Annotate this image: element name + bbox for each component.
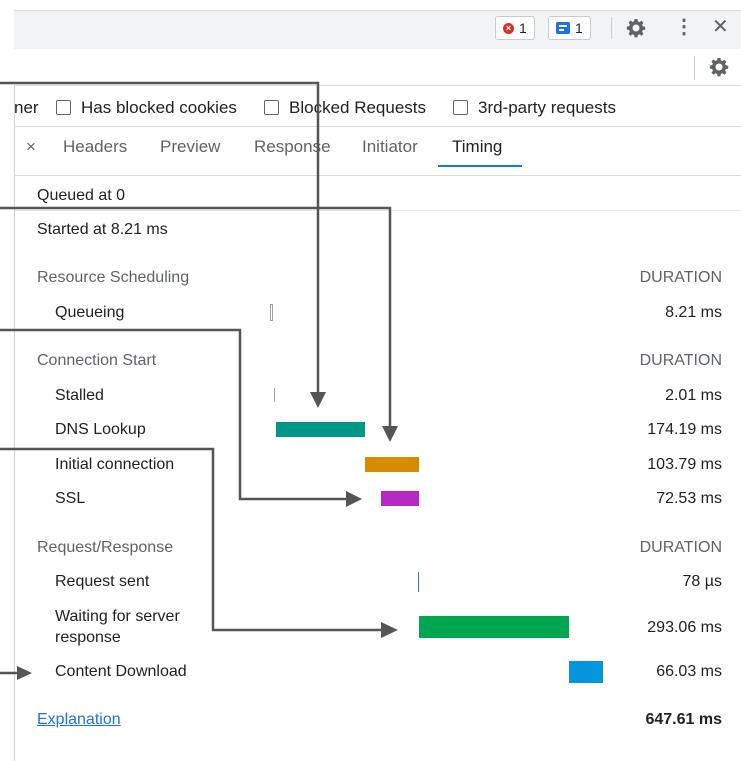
section-title-request-response: Request/Response (37, 539, 174, 556)
tab-timing[interactable]: Timing (452, 137, 502, 157)
third-party-requests-label: 3rd-party requests (478, 98, 616, 117)
content-download-bar (569, 661, 603, 683)
queued-at: Queued at 0 (37, 187, 126, 204)
network-settings-gear-icon[interactable] (709, 57, 729, 81)
row-label-queueing: Queueing (55, 304, 125, 321)
row-value-initial-connection: 103.79 ms (647, 456, 722, 473)
active-tab-indicator (438, 165, 522, 167)
section-title-resource-scheduling: Resource Scheduling (37, 269, 190, 286)
request-sent-bar (418, 572, 419, 592)
duration-header: DURATION (639, 539, 722, 556)
row-label-request-sent: Request sent (55, 573, 150, 590)
row-value-content-download: 66.03 ms (656, 663, 722, 680)
row-value-request-sent: 78 µs (682, 573, 722, 590)
settings-gear-icon[interactable] (626, 18, 646, 42)
row-value-ssl: 72.53 ms (656, 490, 722, 507)
duration-header: DURATION (639, 352, 722, 369)
row-label-ssl: SSL (55, 490, 86, 507)
more-options-icon[interactable]: ⋮ (674, 17, 694, 37)
duration-header: DURATION (639, 269, 722, 286)
tab-headers[interactable]: Headers (63, 137, 127, 157)
row-value-stalled: 2.01 ms (665, 387, 722, 404)
has-blocked-cookies-label: Has blocked cookies (81, 98, 237, 117)
row-label-content-download: Content Download (55, 663, 187, 680)
error-icon: × (503, 22, 514, 34)
message-count-badge[interactable]: 1 (548, 16, 591, 40)
message-icon (556, 22, 570, 34)
initial-connection-bar (365, 457, 419, 472)
partial-filter-label: ner (14, 98, 39, 117)
queueing-bar (270, 304, 273, 321)
network-toolbar (14, 49, 741, 86)
row-label-stalled: Stalled (55, 387, 104, 404)
row-value-queueing: 8.21 ms (665, 304, 722, 321)
close-details-icon[interactable]: × (26, 137, 36, 157)
waiting-for-server-bar (419, 616, 569, 638)
row-divider (15, 210, 741, 211)
error-count: 1 (519, 20, 527, 36)
close-icon[interactable]: ✕ (712, 17, 729, 37)
message-count: 1 (575, 20, 583, 36)
error-count-badge[interactable]: × 1 (495, 16, 535, 40)
blocked-requests-label: Blocked Requests (289, 98, 427, 117)
row-value-dns-lookup: 174.19 ms (647, 421, 722, 438)
tab-initiator[interactable]: Initiator (362, 137, 418, 157)
explanation-link[interactable]: Explanation (37, 711, 121, 729)
has-blocked-cookies-checkbox[interactable] (56, 100, 71, 115)
section-title-connection-start: Connection Start (37, 352, 157, 369)
ssl-bar (381, 491, 419, 506)
toolbar-divider (694, 56, 695, 80)
row-label-waiting-line2: response (55, 629, 121, 646)
toolbar-divider (611, 17, 612, 39)
stalled-bar (274, 388, 275, 402)
tab-response[interactable]: Response (254, 137, 331, 157)
row-label-waiting-line1: Waiting for server (55, 608, 180, 625)
third-party-requests-checkbox[interactable] (453, 100, 468, 115)
row-label-dns-lookup: DNS Lookup (55, 421, 146, 438)
blocked-requests-checkbox[interactable] (264, 100, 279, 115)
started-at: Started at 8.21 ms (37, 221, 168, 238)
row-label-initial-connection: Initial connection (55, 456, 175, 473)
total-duration: 647.61 ms (645, 711, 722, 728)
tab-preview[interactable]: Preview (160, 137, 220, 157)
dns-lookup-bar (276, 422, 365, 437)
row-value-waiting: 293.06 ms (647, 619, 722, 636)
